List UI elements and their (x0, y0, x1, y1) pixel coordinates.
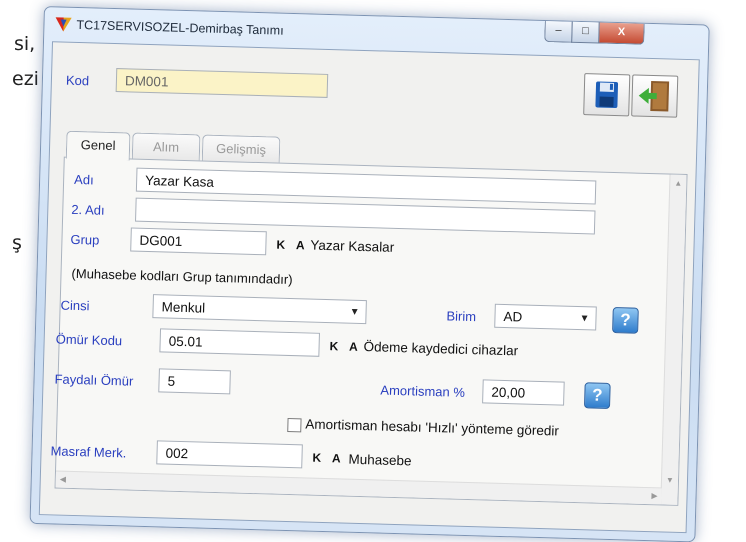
scroll-right-icon[interactable]: ▶ (651, 491, 657, 500)
save-button[interactable] (583, 73, 631, 117)
cinsi-select[interactable]: Menkul ▼ (152, 294, 367, 325)
faydali-omur-label: Faydalı Ömür (54, 371, 134, 389)
faydali-omur-field[interactable]: 5 (158, 368, 231, 395)
horizontal-scrollbar[interactable]: ◀ ▶ (55, 470, 662, 505)
tab-genel[interactable]: Genel (65, 130, 131, 161)
omur-kodu-description: Ödeme kaydedici cihazlar (363, 339, 519, 359)
grup-field[interactable]: DG001 (130, 227, 267, 256)
demirbas-window: TC17SERVISOZEL-Demirbaş Tanımı – □ X Kod… (29, 6, 710, 542)
cinsi-label: Cinsi (60, 297, 90, 314)
masraf-field[interactable]: 002 (156, 440, 303, 469)
window-title: TC17SERVISOZEL-Demirbaş Tanımı (76, 17, 284, 38)
omur-kodu-label: Ömür Kodu (55, 331, 123, 349)
background-text-2: ezi (12, 68, 39, 90)
tab-gelismis[interactable]: Gelişmiş (201, 134, 281, 164)
grup-description: Yazar Kasalar (310, 237, 395, 255)
exit-button[interactable] (631, 74, 679, 118)
birim-label: Birim (446, 308, 477, 325)
birim-select[interactable]: AD ▼ (494, 303, 597, 331)
kod-label: Kod (65, 72, 90, 89)
cinsi-selected-value: Menkul (161, 299, 206, 316)
amortisman-label: Amortisman % (380, 382, 466, 400)
omur-kodu-field[interactable]: 05.01 (159, 328, 320, 357)
scroll-left-icon[interactable]: ◀ (60, 475, 66, 484)
adi-label: Adı (73, 171, 94, 188)
muhasebe-note: (Muhasebe kodları Grup tanımındadır) (71, 265, 293, 288)
floppy-disk-icon (595, 81, 619, 108)
birim-help-button[interactable]: ? (612, 306, 639, 334)
vertical-scrollbar[interactable]: ▲ ▼ (660, 174, 687, 505)
chevron-down-icon: ▼ (349, 306, 360, 318)
window-client-area: Kod DM001 Genel Alım Gelişmiş Adı Yazar … (38, 41, 700, 534)
scroll-down-icon[interactable]: ▼ (666, 476, 674, 485)
amortisman-field[interactable]: 20,00 (482, 379, 565, 406)
birim-selected-value: AD (503, 308, 523, 325)
masraf-label: Masraf Merk. (50, 443, 127, 461)
omur-kodu-ka-buttons[interactable]: K A (329, 339, 362, 354)
maximize-button[interactable]: □ (571, 21, 600, 44)
app-logo-icon (54, 16, 72, 32)
background-text-3: ş (12, 232, 22, 254)
tab-panel-genel: Adı Yazar Kasa 2. Adı Grup DG001 K A Yaz… (50, 156, 688, 506)
amortisman-help-button[interactable]: ? (583, 382, 611, 409)
masraf-ka-buttons[interactable]: K A (312, 451, 345, 466)
tab-alim[interactable]: Alım (131, 132, 201, 162)
hizli-label: Amortisman hesabı 'Hızlı' yönteme göredi… (305, 416, 560, 439)
kod-field[interactable]: DM001 (115, 68, 329, 98)
masraf-description: Muhasebe (348, 451, 412, 469)
grup-ka-buttons[interactable]: K A (276, 238, 309, 253)
grup-label: Grup (70, 231, 100, 248)
exit-door-icon (638, 80, 670, 112)
close-button[interactable]: X (598, 22, 645, 45)
hizli-checkbox[interactable] (287, 417, 302, 433)
minimize-button[interactable]: – (544, 20, 573, 43)
chevron-down-icon: ▼ (579, 313, 590, 325)
adi2-label: 2. Adı (71, 201, 105, 218)
scroll-up-icon[interactable]: ▲ (674, 179, 682, 188)
background-text-1: si, (14, 33, 36, 55)
